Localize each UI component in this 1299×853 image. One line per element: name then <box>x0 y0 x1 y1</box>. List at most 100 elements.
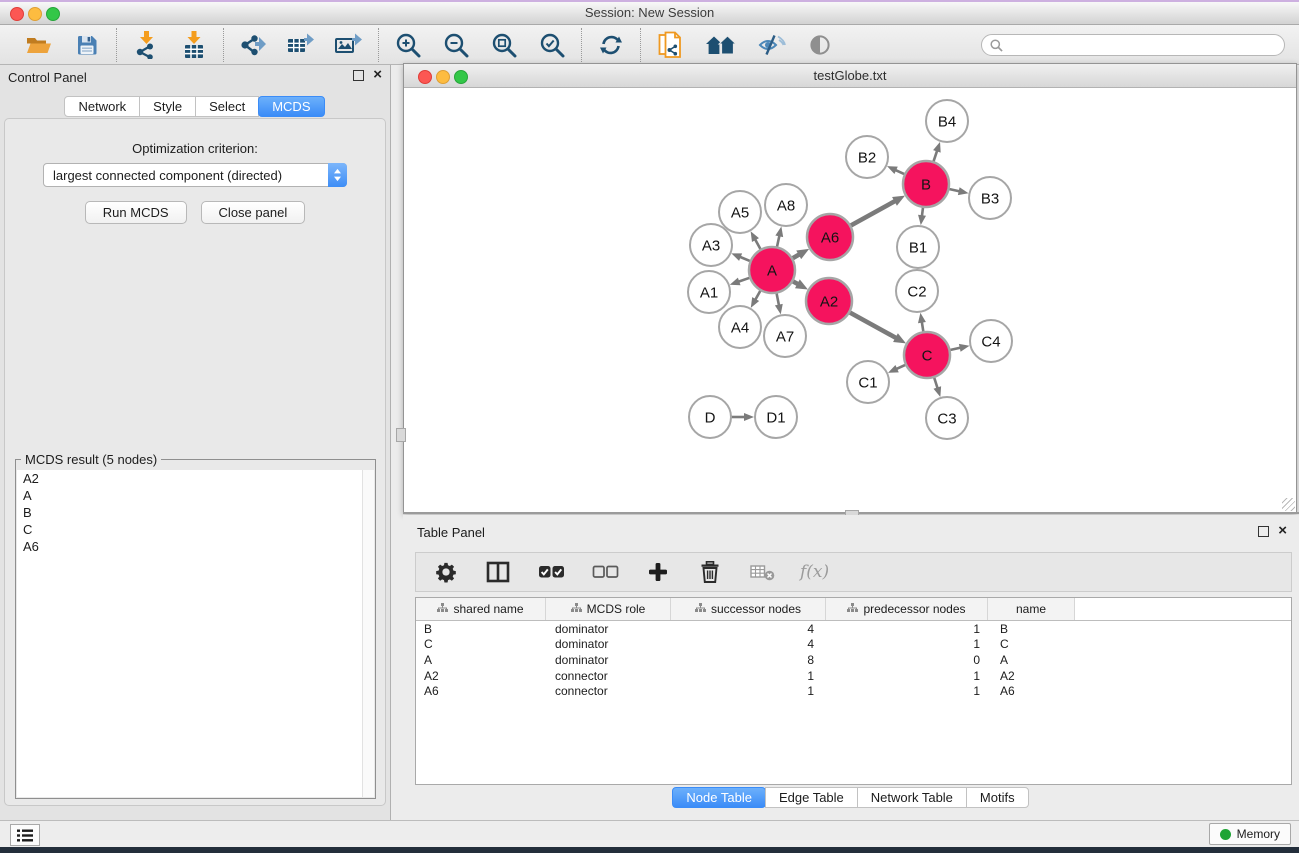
zoom-selected-button[interactable] <box>538 30 566 60</box>
table-cell[interactable]: A <box>988 653 1075 667</box>
graph-node-A2[interactable]: A2 <box>806 278 852 324</box>
table-cell[interactable]: B <box>988 622 1075 636</box>
tab-network[interactable]: Network <box>64 96 140 117</box>
table-cell[interactable]: dominator <box>546 637 671 651</box>
column-header-name[interactable]: name <box>988 598 1075 620</box>
hide-panels-button[interactable] <box>758 30 786 60</box>
table-cell[interactable]: 1 <box>826 622 988 636</box>
graph-node-C2[interactable]: C2 <box>896 270 938 312</box>
resize-grip-icon[interactable] <box>1282 498 1295 511</box>
tab-network-table[interactable]: Network Table <box>857 787 967 808</box>
graph-edge-B-B4[interactable] <box>933 150 937 162</box>
tab-motifs[interactable]: Motifs <box>966 787 1029 808</box>
graph-edge-A6-B[interactable] <box>850 201 895 226</box>
table-cell[interactable]: A <box>416 653 546 667</box>
graph-node-A4[interactable]: A4 <box>719 306 761 348</box>
table-settings-button[interactable] <box>432 557 460 587</box>
float-panel-icon[interactable] <box>353 70 364 81</box>
graph-edge-B-B2[interactable] <box>895 170 905 175</box>
graph-node-A6[interactable]: A6 <box>807 214 853 260</box>
graph-edge-C-C2[interactable] <box>922 322 924 333</box>
table-cell[interactable]: 1 <box>826 684 988 698</box>
graph-node-A3[interactable]: A3 <box>690 224 732 266</box>
graph-node-A[interactable]: A <box>749 247 795 293</box>
tab-edge-table[interactable]: Edge Table <box>765 787 858 808</box>
table-cell[interactable]: 8 <box>671 653 826 667</box>
graph-node-A5[interactable]: A5 <box>719 191 761 233</box>
deselect-all-rows-button[interactable] <box>590 557 620 587</box>
graph-edge-C-C3[interactable] <box>934 377 938 389</box>
graph-edge-A2-C[interactable] <box>849 312 896 338</box>
table-cell[interactable]: connector <box>546 684 671 698</box>
graph-edge-A-A5[interactable] <box>755 239 761 250</box>
graph-node-B1[interactable]: B1 <box>897 226 939 268</box>
table-cell[interactable]: 0 <box>826 653 988 667</box>
graph-node-D[interactable]: D <box>689 396 731 438</box>
export-table-button[interactable] <box>287 30 315 60</box>
graph-node-B[interactable]: B <box>903 161 949 207</box>
open-session-button[interactable] <box>25 30 53 60</box>
show-columns-button[interactable] <box>484 557 512 587</box>
table-cell[interactable]: 1 <box>826 637 988 651</box>
mcds-result-item[interactable]: A6 <box>17 538 363 555</box>
close-table-panel-icon[interactable]: × <box>1278 525 1287 537</box>
table-cell[interactable]: B <box>416 622 546 636</box>
zoom-fit-button[interactable] <box>490 30 518 60</box>
mcds-result-item[interactable]: A2 <box>17 470 363 487</box>
table-cell[interactable]: A2 <box>416 669 546 683</box>
save-session-button[interactable] <box>73 30 101 60</box>
table-cell[interactable]: 4 <box>671 622 826 636</box>
graph-node-C[interactable]: C <box>904 332 950 378</box>
table-cell[interactable]: 1 <box>671 669 826 683</box>
mcds-result-item[interactable]: B <box>17 504 363 521</box>
graph-node-C1[interactable]: C1 <box>847 361 889 403</box>
graph-node-C3[interactable]: C3 <box>926 397 968 439</box>
table-cell[interactable]: connector <box>546 669 671 683</box>
column-header-mcds-role[interactable]: MCDS role <box>546 598 671 620</box>
delete-rows-button[interactable] <box>696 557 724 587</box>
graph-edge-C-C1[interactable] <box>896 365 906 370</box>
graph-node-C4[interactable]: C4 <box>970 320 1012 362</box>
apply-layout-button[interactable] <box>597 30 625 60</box>
splitter-grip-vertical[interactable] <box>396 428 406 442</box>
table-cell[interactable]: 1 <box>671 684 826 698</box>
tab-select[interactable]: Select <box>195 96 259 117</box>
function-builder-button[interactable]: f(x) <box>800 562 829 582</box>
column-header-successor-nodes[interactable]: successor nodes <box>671 598 826 620</box>
table-cell[interactable]: A2 <box>988 669 1075 683</box>
search-field[interactable] <box>981 34 1285 56</box>
table-cell[interactable]: A6 <box>416 684 546 698</box>
export-image-button[interactable] <box>335 30 363 60</box>
close-panel-button[interactable]: Close panel <box>201 201 306 224</box>
show-panels-button[interactable] <box>806 30 834 60</box>
graph-edge-C-C4[interactable] <box>949 348 960 350</box>
run-mcds-button[interactable]: Run MCDS <box>85 201 187 224</box>
mcds-result-item[interactable]: A <box>17 487 363 504</box>
add-row-button[interactable] <box>644 557 672 587</box>
close-panel-icon[interactable]: × <box>373 69 382 81</box>
select-all-rows-button[interactable] <box>536 557 566 587</box>
home-button[interactable] <box>704 30 738 60</box>
import-network-button[interactable] <box>132 30 160 60</box>
duplicate-network-button[interactable] <box>656 30 684 60</box>
zoom-in-button[interactable] <box>394 30 422 60</box>
zoom-out-button[interactable] <box>442 30 470 60</box>
graph-edge-A-A6[interactable] <box>792 254 800 258</box>
table-cell[interactable]: C <box>416 637 546 651</box>
graph-edge-A-A4[interactable] <box>755 290 761 300</box>
graph-node-A7[interactable]: A7 <box>764 315 806 357</box>
tab-mcds[interactable]: MCDS <box>258 96 324 117</box>
table-row[interactable]: A2connector11A2 <box>416 668 1291 684</box>
export-network-button[interactable] <box>239 30 267 60</box>
table-cell[interactable]: A6 <box>988 684 1075 698</box>
task-history-button[interactable] <box>10 824 40 846</box>
result-scrollbar[interactable] <box>362 470 374 797</box>
graph-edge-B-B1[interactable] <box>922 207 923 216</box>
table-row[interactable]: Adominator80A <box>416 652 1291 668</box>
graph-node-A1[interactable]: A1 <box>688 271 730 313</box>
float-table-panel-icon[interactable] <box>1258 526 1269 537</box>
criterion-select[interactable]: largest connected component (directed) <box>43 163 347 187</box>
table-cell[interactable]: C <box>988 637 1075 651</box>
graph-edge-A-A1[interactable] <box>738 278 750 282</box>
graph-edge-A-A7[interactable] <box>776 293 779 306</box>
